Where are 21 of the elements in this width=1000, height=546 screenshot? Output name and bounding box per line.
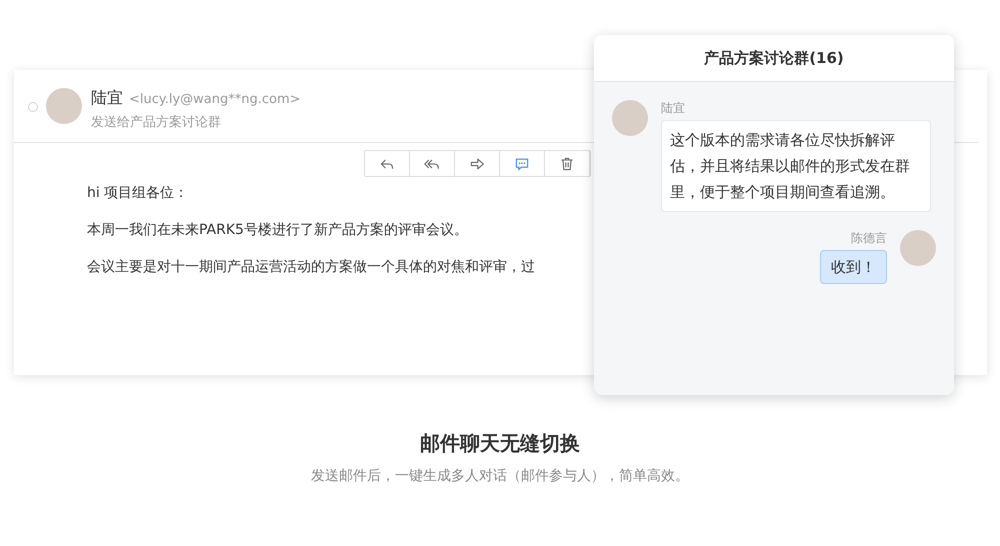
sender-name: 陆宜 (91, 88, 123, 109)
email-body-line: 本周一我们在未来PARK5号楼进行了新产品方案的评审会议。 (87, 221, 468, 240)
message-bubble: 收到！ (820, 250, 887, 284)
message-bubble: 这个版本的需求请各位尽快拆解评估，并且将结果以邮件的形式发在群里，便于整个项目期间查看追溯。 (661, 120, 931, 212)
radio-circle[interactable] (28, 102, 38, 112)
reply-button[interactable] (365, 151, 410, 176)
chat-bubble-icon (514, 156, 530, 172)
email-body-line: 会议主要是对十一期间产品运营活动的方案做一个具体的对焦和评审，过 (87, 258, 535, 277)
feature-title: 邮件聊天无缝切换 (420, 430, 580, 457)
avatar (900, 230, 936, 266)
avatar (612, 100, 648, 136)
email-body-line: hi 项目组各位： (87, 184, 188, 203)
sender-name: 陆宜 (661, 100, 686, 116)
recipient-line: 发送给产品方案讨论群 (91, 114, 222, 131)
sender-name: 陈德言 (851, 230, 887, 246)
chat-title: 产品方案讨论群(16) (594, 35, 954, 82)
feature-subtitle: 发送邮件后，一键生成多人对话（邮件参与人），简单高效。 (311, 467, 689, 485)
avatar (46, 88, 82, 124)
trash-icon (559, 156, 575, 172)
sender-email: <lucy.ly@wang**ng.com> (129, 92, 301, 107)
forward-arrow-icon (469, 156, 485, 172)
